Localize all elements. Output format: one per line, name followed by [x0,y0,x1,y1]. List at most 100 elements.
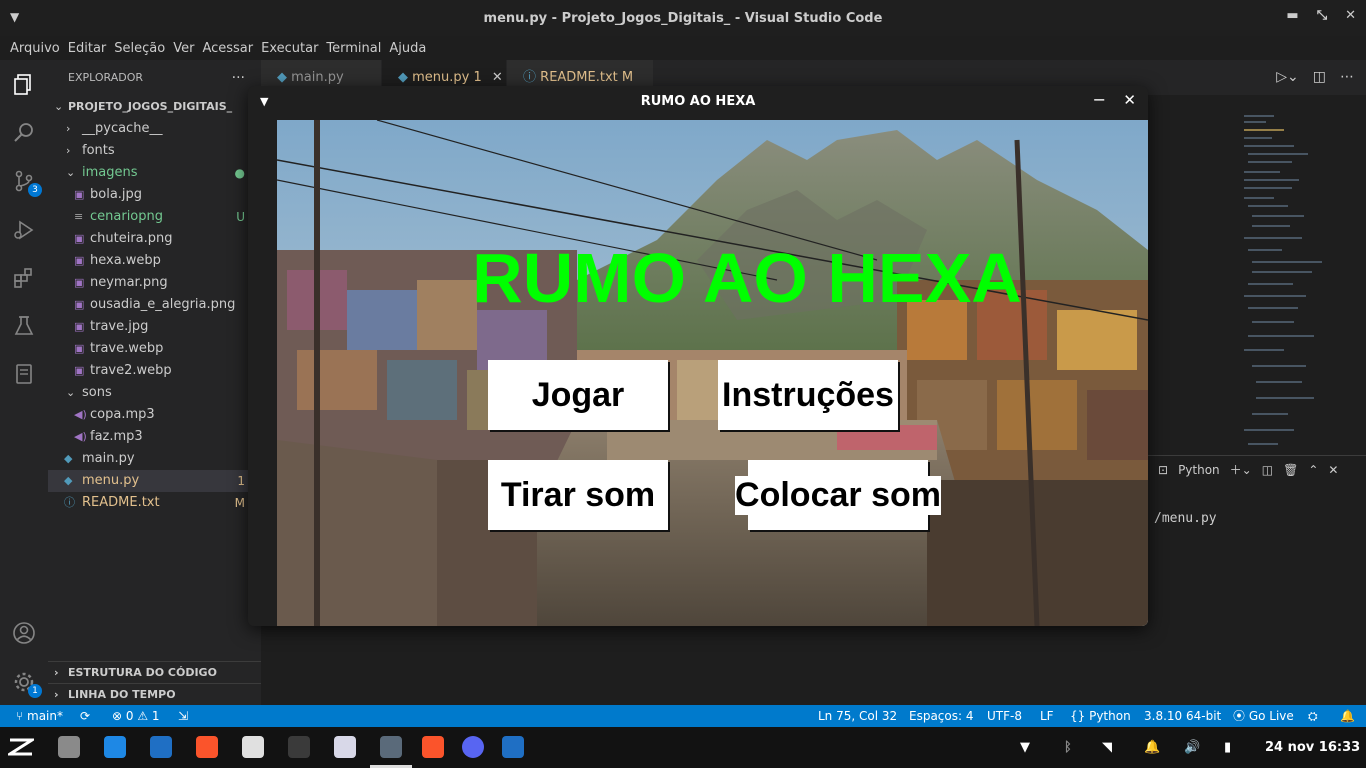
timeline-section[interactable]: › LINHA DO TEMPO [48,683,261,705]
tree-item-bola[interactable]: ▣ bola.jpg [48,184,261,206]
brave-browser-icon[interactable] [196,736,218,758]
language-mode[interactable]: {} Python [1070,705,1131,727]
tree-item-imagens[interactable]: ⌄ imagens ● [48,162,261,184]
tree-item-faz[interactable]: ◀) faz.mp3 [48,426,261,448]
play-button[interactable]: Jogar [488,360,668,430]
python-interpreter[interactable]: 3.8.10 64-bit [1144,705,1221,727]
menu-help[interactable]: Ajuda [385,38,430,60]
chevron-up-icon[interactable]: ⌃ [1308,463,1318,477]
window-menu-icon[interactable]: ▼ [260,95,268,108]
brave-window-icon[interactable] [422,736,444,758]
settings-gear-icon[interactable]: 1 [12,670,42,698]
tree-item-trave2[interactable]: ▣ trave2.webp [48,360,261,382]
outline-section[interactable]: › ESTRUTURA DO CÓDIGO [48,661,261,683]
tree-item-sons[interactable]: ⌄ sons [48,382,261,404]
testing-icon[interactable] [12,314,36,338]
more-actions-icon[interactable]: ... [232,66,245,82]
software-store-icon[interactable] [104,736,126,758]
cursor-position[interactable]: Ln 75, Col 32 [818,705,897,727]
minimize-icon[interactable]: − [1093,90,1106,109]
tree-item-chuteira[interactable]: ▣ chuteira.png [48,228,261,250]
text-editor-icon[interactable] [334,736,356,758]
close-window-icon[interactable]: ✕ [1345,8,1356,23]
remote-icon[interactable]: ⇲ [178,705,188,727]
menu-view[interactable]: Ver [169,38,198,60]
tree-item-main-py[interactable]: ◆ main.py [48,448,261,470]
menu-terminal[interactable]: Terminal [322,38,385,60]
close-panel-icon[interactable]: ✕ [1328,463,1338,477]
go-live[interactable]: ⦿ Go Live [1233,705,1294,727]
encoding[interactable]: UTF-8 [987,705,1022,727]
tree-item-copa[interactable]: ◀) copa.mp3 [48,404,261,426]
close-tab-icon[interactable]: ✕ [492,70,503,85]
clock[interactable]: 24 nov 16:33 [1265,727,1360,768]
menu-run[interactable]: Executar [257,38,322,60]
tree-item-readme[interactable]: ⓘ README.txt M [48,492,261,514]
close-window-icon[interactable]: ✕ [1123,91,1136,109]
vscode-window-icon[interactable] [502,736,524,758]
new-terminal-icon[interactable]: ＋⌄ [1230,461,1252,478]
search-icon[interactable] [12,120,36,144]
menu-file[interactable]: Arquivo [6,38,64,60]
more-actions-icon[interactable]: ⋯ [1340,69,1354,85]
bluetooth-icon[interactable]: ᛒ [1064,727,1072,768]
branch-indicator[interactable]: ⑂ main* [16,705,63,727]
minimize-icon[interactable]: ▬ [1286,8,1298,23]
problems-indicator[interactable]: ⊗ 0 ⚠ 1 [112,705,160,727]
run-icon[interactable]: ▷⌄ [1276,69,1299,85]
game-canvas[interactable]: RUMO AO HEXA Jogar Instruções Tirar som … [277,120,1148,626]
image-file-icon: ▣ [74,364,85,377]
account-icon[interactable] [12,621,36,645]
restore-icon[interactable]: ⤡ [1317,8,1327,23]
project-root[interactable]: ⌄ PROJETO_JOGOS_DIGITAIS_ [48,96,261,118]
tree-item-menu-py[interactable]: ◆ menu.py 1 [48,470,261,492]
split-editor-icon[interactable]: ◫ [1313,69,1326,85]
tree-item-trave-webp[interactable]: ▣ trave.webp [48,338,261,360]
sync-icon[interactable]: ⟳ [80,705,90,727]
tab-label: menu.py [412,70,470,85]
vscode-icon[interactable] [150,736,172,758]
unmute-button[interactable]: Colocar som [735,460,941,530]
line-ending[interactable]: LF [1040,705,1054,727]
wifi-icon[interactable]: ◥ [1102,727,1112,768]
tree-item-neymar[interactable]: ▣ neymar.png [48,272,261,294]
source-control-icon[interactable]: 3 [12,169,42,197]
git-status-badge: U [236,210,245,224]
tree-item-fonts[interactable]: › fonts [48,140,261,162]
window-menu-icon[interactable]: ▼ [10,10,19,24]
trash-icon[interactable]: 🗑 [1283,463,1298,477]
tree-item-cenariopng[interactable]: ≡ cenariopng U [48,206,261,228]
tree-item-trave-jpg[interactable]: ▣ trave.jpg [48,316,261,338]
terminal-output[interactable]: /menu.py [1154,511,1217,526]
notification-bell-icon[interactable]: 🔔 [1144,727,1160,768]
volume-icon[interactable]: 🔊 [1184,727,1200,768]
mute-button[interactable]: Tirar som [488,460,668,530]
terminal-shell-label[interactable]: Python [1178,463,1220,477]
files-icon[interactable] [58,736,80,758]
minimap[interactable] [1240,115,1360,455]
menu-selection[interactable]: Seleção [110,38,169,60]
terminal-app-icon[interactable] [288,736,310,758]
menu-edit[interactable]: Editar [64,38,111,60]
extensions-icon[interactable] [12,266,36,290]
tree-item-pycache[interactable]: › __pycache__ [48,118,261,140]
accounts-icon[interactable]: ⛭ [1308,705,1318,727]
menu-go[interactable]: Acessar [198,38,257,60]
remote-explorer-icon[interactable] [12,362,36,386]
tree-item-hexa[interactable]: ▣ hexa.webp [48,250,261,272]
run-debug-icon[interactable] [12,218,36,242]
discord-icon[interactable] [462,736,484,758]
indentation[interactable]: Espaços: 4 [909,705,974,727]
split-terminal-icon[interactable]: ◫ [1262,463,1273,477]
network-icon[interactable]: ▼ [1020,727,1030,768]
battery-icon[interactable]: ▮ [1224,727,1231,768]
settings-app-icon[interactable] [380,736,402,758]
explorer-icon[interactable] [12,72,36,96]
game-title: RUMO AO HEXA [472,239,1022,317]
git-status-badge: M [234,496,245,510]
notifications-icon[interactable]: 🔔 [1340,705,1355,727]
instructions-button[interactable]: Instruções [718,360,898,430]
document-viewer-icon[interactable] [242,736,264,758]
zorin-menu-icon[interactable] [4,736,38,758]
tree-item-ousadia[interactable]: ▣ ousadia_e_alegria.png [48,294,261,316]
